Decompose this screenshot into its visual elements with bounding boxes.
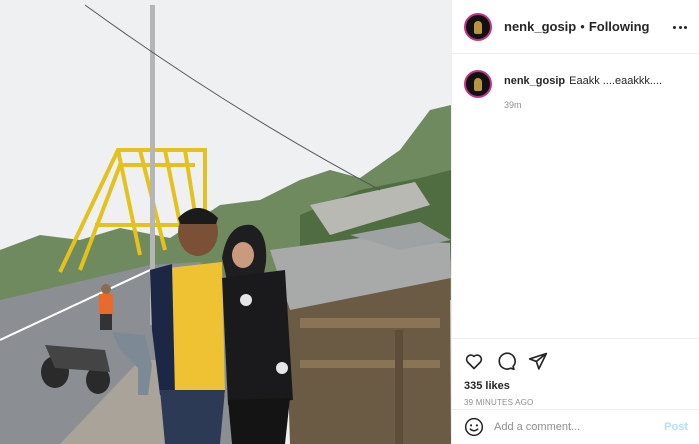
- caption-text: nenk_gosip Eaakk ....eaakkk....: [504, 74, 662, 88]
- comment-icon[interactable]: [496, 351, 516, 371]
- following-button[interactable]: Following: [589, 19, 650, 34]
- header-username[interactable]: nenk_gosip: [504, 19, 576, 34]
- share-icon[interactable]: [528, 351, 548, 371]
- comment-input[interactable]: [494, 421, 665, 433]
- caption-username[interactable]: nenk_gosip: [504, 75, 565, 87]
- post-header: nenk_gosip • Following: [452, 0, 699, 54]
- avatar[interactable]: [464, 12, 492, 41]
- actions-section: 335 likes 39 MINUTES AGO: [452, 338, 699, 407]
- separator-dot: •: [580, 19, 585, 34]
- caption-message: Eaakk ....eaakkk....: [569, 75, 663, 87]
- caption-avatar[interactable]: [464, 70, 492, 98]
- caption-body: nenk_gosip Eaakk ....eaakkk.... 39m: [504, 74, 662, 110]
- caption-row: nenk_gosip Eaakk ....eaakkk.... 39m: [452, 54, 699, 110]
- photo-scene: [0, 0, 451, 444]
- likes-count[interactable]: 335 likes: [464, 380, 688, 392]
- post-button[interactable]: Post: [664, 421, 688, 433]
- caption-timestamp[interactable]: 39m: [504, 100, 662, 110]
- post-sidebar: nenk_gosip • Following nenk_gosip Eaakk .…: [451, 0, 699, 444]
- heart-icon[interactable]: [464, 351, 484, 371]
- smiley-icon[interactable]: [464, 417, 484, 437]
- post-timestamp[interactable]: 39 MINUTES AGO: [464, 398, 688, 407]
- post-photo[interactable]: [0, 0, 451, 444]
- ellipsis-icon[interactable]: [673, 20, 687, 34]
- action-icons: [464, 347, 688, 375]
- comment-bar: Post: [452, 409, 699, 444]
